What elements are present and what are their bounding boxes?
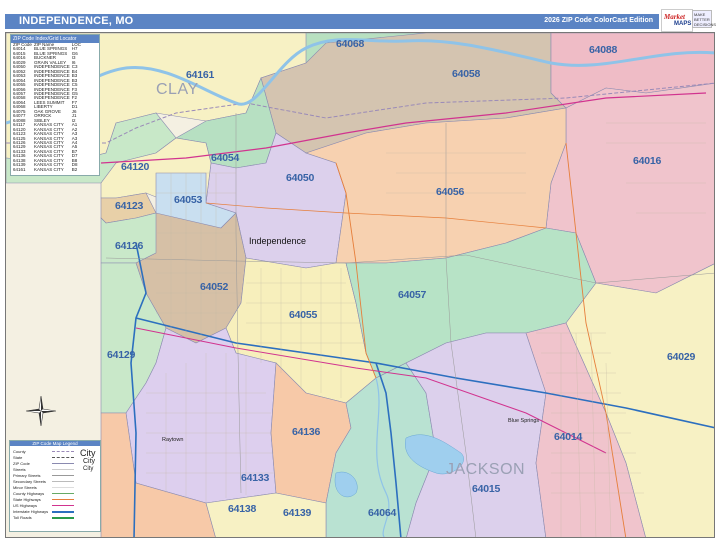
legend-swatch (52, 481, 74, 482)
legend-item: Secondary Streets (13, 479, 46, 484)
legend-item: US Highways (13, 503, 38, 508)
zip-code-map[interactable]: 64068 64088 64058 64161 64054 64016 6405… (5, 32, 715, 538)
zip-label: 64054 (211, 152, 240, 164)
zip-label: 64120 (121, 161, 150, 173)
legend-swatch (52, 511, 74, 513)
zip-label: 64057 (398, 289, 427, 301)
zip-index-cell-name: KANSAS CITY (33, 166, 64, 172)
legend-item: Minor Streets (13, 485, 37, 490)
place-label-raytown: Raytown (162, 437, 184, 443)
zip-label: 64015 (472, 483, 501, 495)
logo-tagline: MAKE BETTER DECISIONS (692, 10, 717, 28)
map-canvas (6, 33, 714, 537)
zip-label: 64088 (589, 44, 618, 56)
zip-label: 64136 (292, 426, 321, 438)
page-title: INDEPENDENCE, MO (19, 15, 134, 27)
zip-label: 64052 (200, 281, 229, 293)
edition-label: 2026 ZIP Code ColorCast Edition (544, 17, 653, 24)
map-poster: INDEPENDENCE, MO 2026 ZIP Code ColorCast… (0, 0, 720, 543)
zip-label: 64161 (186, 69, 215, 81)
zip-index-body: 64014 BLUE SPRINGS H7 64015 BLUE SPRINGS G6 64… (13, 46, 83, 172)
logo-brand-top: Market (664, 13, 685, 21)
zip-label: 64138 (228, 503, 257, 515)
legend-item: Toll Roads (13, 515, 32, 520)
compass-rose-icon (26, 396, 56, 426)
legend-item: Interstate Highways (13, 509, 49, 514)
zip-label: 64068 (336, 38, 365, 50)
legend-swatch (52, 457, 74, 458)
legend-item: State (13, 455, 23, 460)
market-maps-logo: Market MAPS MAKE BETTER DECISIONS (661, 9, 717, 32)
zip-label: 64129 (107, 349, 136, 361)
zip-label: 64126 (115, 240, 144, 252)
zip-index-cell-loc: B2 (71, 166, 78, 172)
legend-item: ZIP Code (13, 461, 30, 466)
legend-swatch (52, 499, 74, 500)
county-label-jackson: JACKSON (446, 461, 526, 478)
legend-item: Primary Streets (13, 473, 41, 478)
legend-swatch (52, 469, 74, 470)
legend-swatch (52, 475, 74, 476)
legend-item: State Highways (13, 497, 41, 502)
place-label-blue-springs: Blue Springs (508, 418, 540, 424)
zip-label: 64053 (174, 194, 203, 206)
zip-index-table: ZIP Code ZIP Name LOC 64014 BLUE SPRINGS H… (13, 42, 83, 172)
county-label-clay: CLAY (156, 81, 199, 98)
zip-label: 64014 (554, 431, 583, 443)
legend-item: County Highways (13, 491, 45, 496)
legend-city-medium: City (83, 458, 96, 465)
zip-index-row: 64161 KANSAS CITY B2 (13, 166, 83, 172)
legend-swatch (52, 487, 74, 488)
legend-swatch (52, 463, 74, 464)
zip-label: 64133 (241, 472, 270, 484)
zip-label: 64139 (283, 507, 312, 519)
zip-label: 64056 (436, 186, 465, 198)
zip-label: 64055 (289, 309, 318, 321)
zip-code-index: ZIP Code Index/Grid Locator ZIP Code ZIP… (10, 34, 100, 176)
zip-index-cell-zip: 64161 (13, 166, 26, 172)
map-legend: ZIP Code Map Legend City City City Count… (9, 440, 101, 532)
legend-city-small: City (83, 466, 94, 472)
logo-brand-bottom: MAPS (674, 21, 692, 27)
legend-item: Streets (13, 467, 26, 472)
legend-swatch (52, 517, 74, 519)
zip-label: 64064 (368, 507, 397, 519)
zip-label: 64029 (667, 351, 696, 363)
zip-label: 64016 (633, 155, 662, 167)
place-label-independence: Independence (249, 236, 307, 246)
legend-swatch (52, 451, 74, 452)
title-bar: INDEPENDENCE, MO 2026 ZIP Code ColorCast… (5, 14, 659, 29)
legend-title: ZIP Code Map Legend (10, 441, 100, 446)
zip-label: 64123 (115, 200, 144, 212)
zip-label: 64050 (286, 172, 315, 184)
legend-swatch (52, 505, 74, 506)
legend-city-large: City (80, 448, 96, 458)
zip-label: 64058 (452, 68, 481, 80)
legend-swatch (52, 493, 74, 494)
legend-item: County (13, 449, 26, 454)
